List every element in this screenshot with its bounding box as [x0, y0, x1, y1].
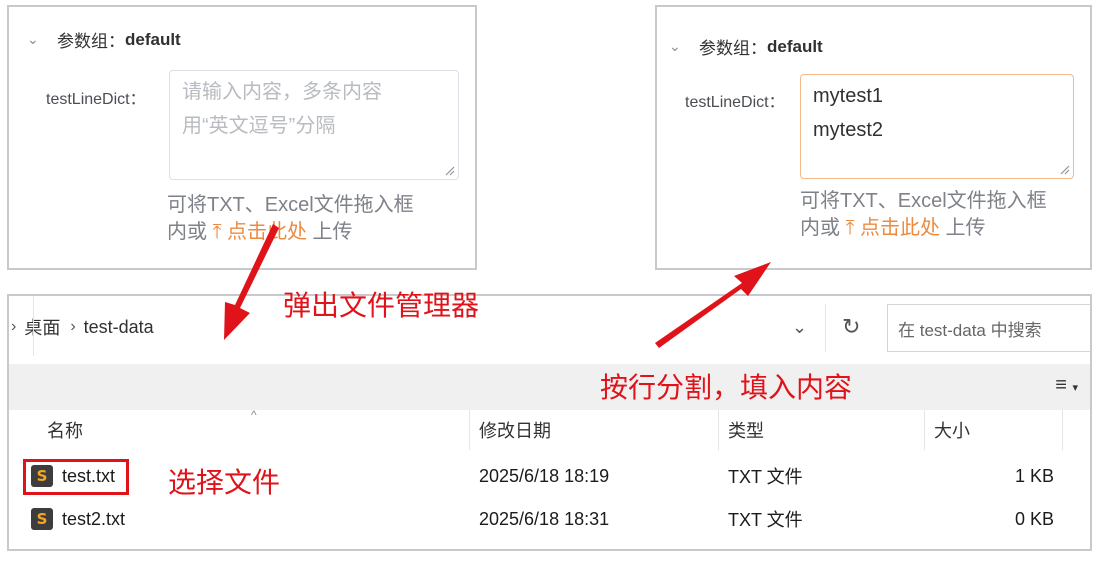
annotation-open-manager: 弹出文件管理器 [283, 289, 480, 322]
annotation-arrows [224, 224, 771, 348]
annotation-split-fill: 按行分割，填入内容 [600, 371, 853, 404]
annotation-choose-file: 选择文件 [168, 466, 281, 499]
arrow-down-left [224, 224, 279, 340]
arrow-up-right [655, 262, 771, 348]
